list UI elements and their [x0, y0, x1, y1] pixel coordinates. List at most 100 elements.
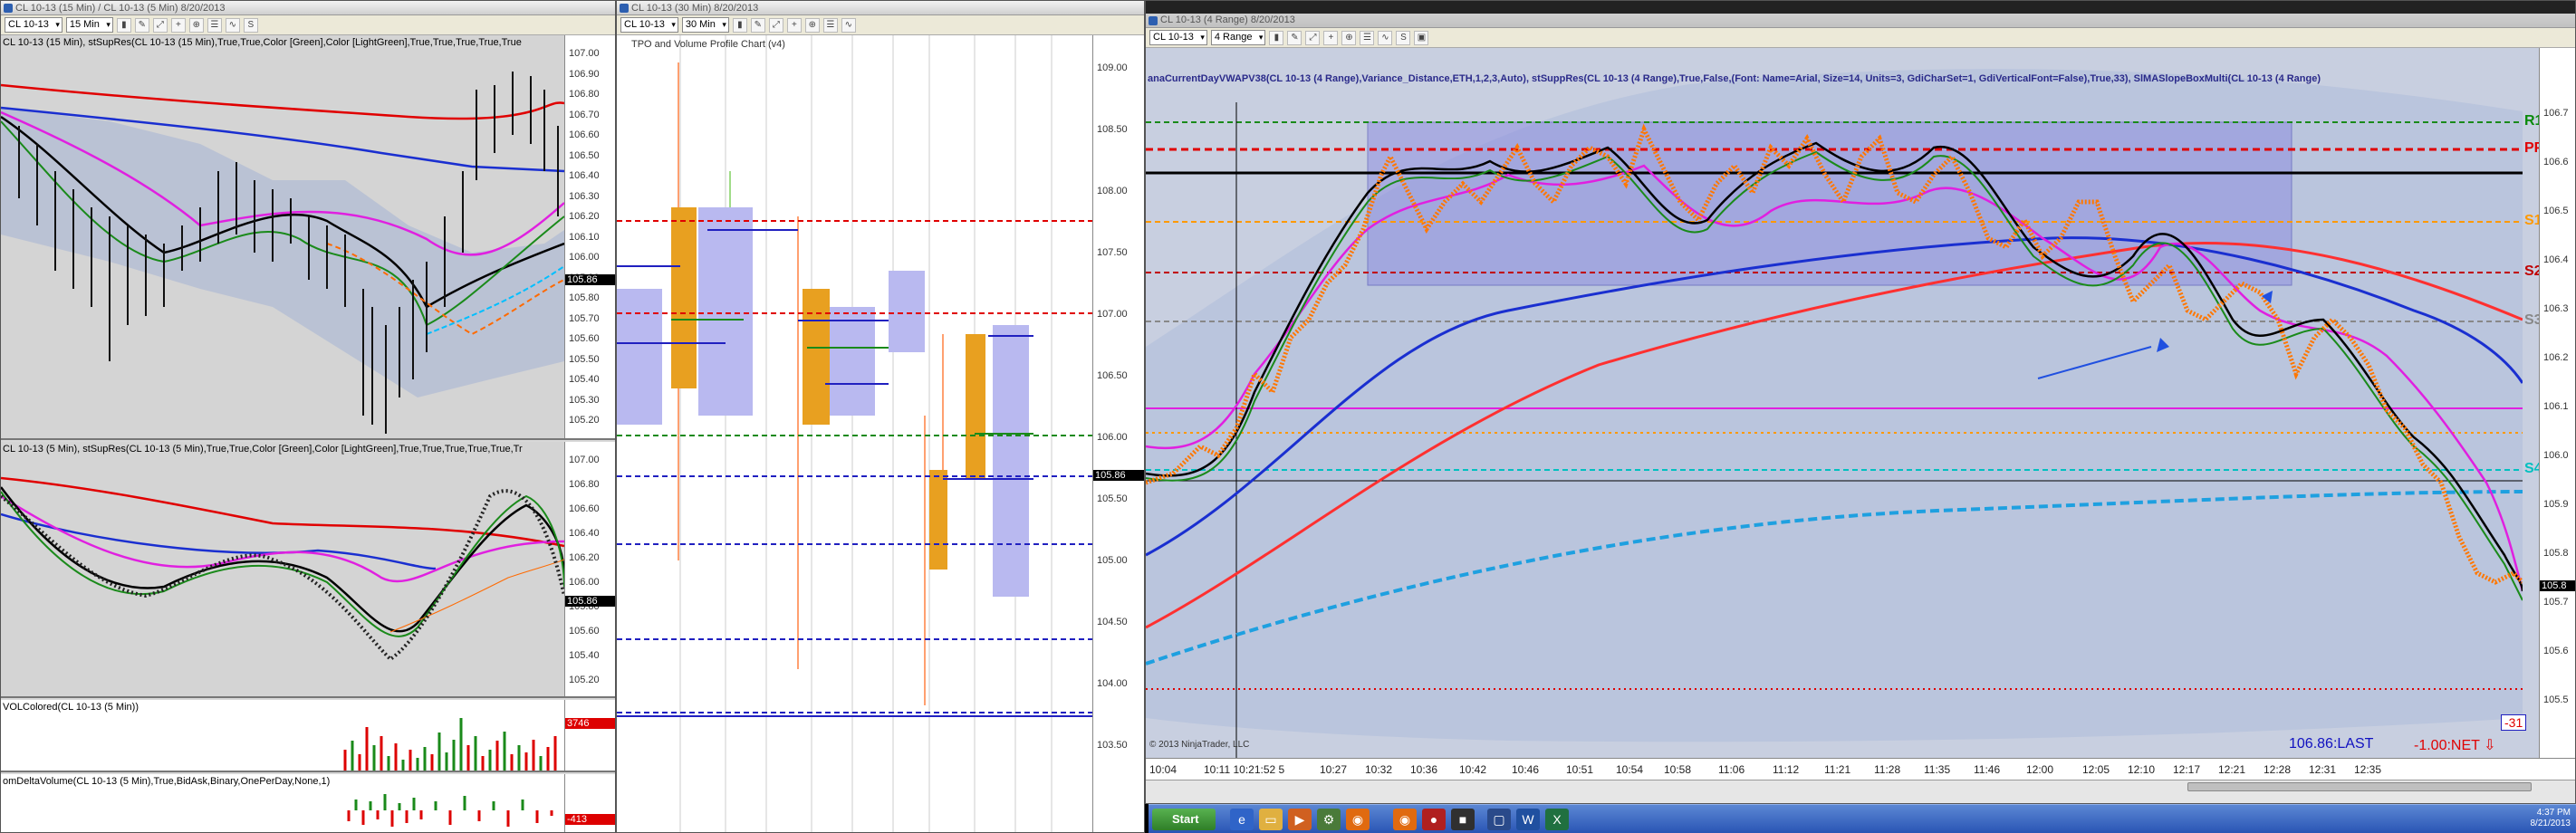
properties-icon[interactable]: ☰ [822, 17, 838, 33]
last-price-marker-5min: 105.86 [565, 596, 615, 607]
price-tick-label: 106.2 [2543, 352, 2569, 363]
volume-axis[interactable]: 3746 [564, 700, 615, 771]
instrument-selector[interactable]: CL 10-13 [620, 17, 678, 33]
bar-type-icon[interactable]: ▮ [1269, 30, 1284, 45]
range-price-axis[interactable]: 106.7 106.6 106.5 106.4 106.3 106.2 106.1 106.0… [2539, 48, 2575, 758]
left-toolbar: CL 10-13 15 Min ▮ ✎ ⤢ + ⊕ ☰ ∿ S [1, 15, 615, 35]
properties-icon[interactable]: ☰ [1360, 30, 1375, 45]
window-icon[interactable]: ▢ [1487, 809, 1511, 830]
time-tick-label: 11:46 [1974, 763, 2001, 776]
price-tick-label: 108.50 [1097, 124, 1128, 135]
indicators-icon[interactable]: ∿ [841, 17, 856, 33]
zoom-icon[interactable]: ⊕ [804, 17, 820, 33]
system-clock[interactable]: 4:37 PM 8/21/2013 [2531, 808, 2571, 829]
tools-icon[interactable]: ⚙ [1317, 809, 1341, 830]
media-player-icon[interactable]: ▶ [1288, 809, 1312, 830]
middle-window-titlebar[interactable]: CL 10-13 (30 Min) 8/20/2013 [617, 1, 1144, 15]
excel-icon[interactable]: X [1545, 809, 1569, 830]
price-tick-label: 105.5 [2543, 694, 2569, 705]
word-icon[interactable]: W [1516, 809, 1540, 830]
tpo-panel[interactable]: TPO and Volume Profile Chart (v4) 109.00… [617, 35, 1144, 832]
crosshair-icon[interactable]: + [1323, 30, 1339, 45]
crosshair-icon[interactable]: + [786, 17, 802, 33]
time-tick-label: 12:00 [2026, 763, 2054, 776]
price-tick-label: 105.8 [2543, 548, 2569, 559]
time-axis[interactable]: 10:04 10:11 10:21:52 5 10:27 10:32 10:36 10:4… [1146, 758, 2575, 780]
price-tick-label: 105.30 [569, 394, 600, 406]
horizontal-scrollbar[interactable] [1146, 780, 2575, 803]
price-tick-label: 106.10 [569, 231, 600, 243]
bar-type-icon[interactable]: ▮ [732, 17, 747, 33]
properties-icon[interactable]: ☰ [207, 17, 222, 33]
time-tick-label: 11:21 [1824, 763, 1851, 776]
crosshair-icon[interactable]: + [170, 17, 186, 33]
range-chart-panel[interactable]: anaCurrentDayVWAPV38(CL 10-13 (4 Range),… [1146, 48, 2575, 758]
delta-axis[interactable]: -413 [564, 774, 615, 832]
scrollbar-thumb[interactable] [2187, 782, 2532, 791]
slope-box-value: -31 [2501, 714, 2527, 731]
time-tick-label: 12:31 [2309, 763, 2337, 776]
draw-tools-icon[interactable]: ⤢ [152, 17, 168, 33]
time-tick-label: 12:35 [2354, 763, 2382, 776]
app-icon-red[interactable]: ● [1422, 809, 1446, 830]
price-tick-label: 106.50 [1097, 370, 1128, 381]
price-tick-label: 105.7 [2543, 597, 2569, 608]
left-window-titlebar[interactable]: CL 10-13 (15 Min) / CL 10-13 (5 Min) 8/2… [1, 1, 615, 15]
folder-icon[interactable]: ▭ [1259, 809, 1283, 830]
panel3-label: VOLColored(CL 10-13 (5 Min)) [3, 702, 139, 713]
volume-panel[interactable]: VOLColored(CL 10-13 (5 Min)) 3746 [1, 700, 615, 772]
range-price-chart [1146, 69, 2523, 758]
app-icon [620, 4, 629, 13]
instrument-selector[interactable]: CL 10-13 [1149, 30, 1207, 45]
draw-pencil-icon[interactable]: ✎ [750, 17, 765, 33]
bar-type-icon[interactable]: ▮ [116, 17, 131, 33]
tpo-chart-label: TPO and Volume Profile Chart (v4) [631, 39, 785, 50]
instrument-selector[interactable]: CL 10-13 [5, 17, 62, 33]
price-tick-label: 106.1 [2543, 401, 2569, 412]
draw-pencil-icon[interactable]: ✎ [1287, 30, 1302, 45]
interval-selector[interactable]: 15 Min [65, 17, 113, 33]
price-tick-label: 106.40 [569, 170, 600, 181]
chart-panel-15min[interactable]: CL 10-13 (15 Min), stSupRes(CL 10-13 (15… [1, 35, 615, 440]
indicators-icon[interactable]: ∿ [225, 17, 240, 33]
price-axis-15min[interactable]: 107.00 106.90 106.80 106.70 106.60 106.50 106.… [564, 35, 615, 438]
zoom-icon[interactable]: ⊕ [188, 17, 204, 33]
right-chart-window[interactable]: CL 10-13 (4 Range) 8/20/2013 CL 10-13 4 … [1145, 0, 2576, 804]
interval-selector[interactable]: 4 Range [1210, 30, 1266, 45]
interval-selector[interactable]: 30 Min [681, 17, 729, 33]
indicators-icon[interactable]: ∿ [1378, 30, 1393, 45]
left-chart-window[interactable]: CL 10-13 (15 Min) / CL 10-13 (5 Min) 8/2… [0, 0, 616, 833]
middle-chart-window[interactable]: CL 10-13 (30 Min) 8/20/2013 CL 10-13 30 … [616, 0, 1145, 833]
ninjatrader-icon[interactable]: ■ [1451, 809, 1475, 830]
tpo-price-axis[interactable]: 109.00 108.50 108.00 107.50 107.00 106.50 106.… [1092, 35, 1144, 832]
firefox-icon-2[interactable]: ◉ [1393, 809, 1417, 830]
ie-browser-icon[interactable]: e [1230, 809, 1254, 830]
price-chart-15min [1, 72, 564, 434]
net-change-text: -1.00:NET ⇩ [2414, 738, 2496, 753]
right-toolbar: CL 10-13 4 Range ▮ ✎ ⤢ + ⊕ ☰ ∿ S ▣ [1146, 28, 2575, 48]
app-icon [1149, 16, 1158, 25]
save-icon[interactable]: ▣ [1414, 30, 1429, 45]
time-tick-label: 11:06 [1718, 763, 1745, 776]
price-tick-label: 104.00 [1097, 678, 1128, 689]
strategies-icon[interactable]: S [243, 17, 258, 33]
price-tick-label: 106.40 [569, 528, 600, 539]
left-window-title: CL 10-13 (15 Min) / CL 10-13 (5 Min) 8/2… [15, 3, 226, 14]
chart-panel-5min[interactable]: CL 10-13 (5 Min), stSupRes(CL 10-13 (5 M… [1, 442, 615, 698]
price-tick-label: 106.20 [569, 211, 600, 222]
price-axis-5min[interactable]: 107.00 106.80 106.60 106.40 106.20 106.00 105.… [564, 442, 615, 696]
draw-pencil-icon[interactable]: ✎ [134, 17, 149, 33]
firefox-icon[interactable]: ◉ [1346, 809, 1370, 830]
right-window-titlebar[interactable]: CL 10-13 (4 Range) 8/20/2013 [1146, 1, 2575, 28]
time-tick-label: 10:51 [1566, 763, 1594, 776]
draw-tools-icon[interactable]: ⤢ [768, 17, 783, 33]
zoom-icon[interactable]: ⊕ [1341, 30, 1357, 45]
time-tick-label: 11:28 [1874, 763, 1901, 776]
price-tick-label: 106.70 [569, 109, 600, 120]
price-tick-label: 106.7 [2543, 108, 2569, 119]
start-button[interactable]: Start [1152, 809, 1216, 830]
draw-tools-icon[interactable]: ⤢ [1305, 30, 1321, 45]
strategies-icon[interactable]: S [1396, 30, 1411, 45]
delta-volume-panel[interactable]: omDeltaVolume(CL 10-13 (5 Min),True,BidA… [1, 774, 615, 832]
indicator-label: anaCurrentDayVWAPV38(CL 10-13 (4 Range),… [1148, 73, 2321, 84]
